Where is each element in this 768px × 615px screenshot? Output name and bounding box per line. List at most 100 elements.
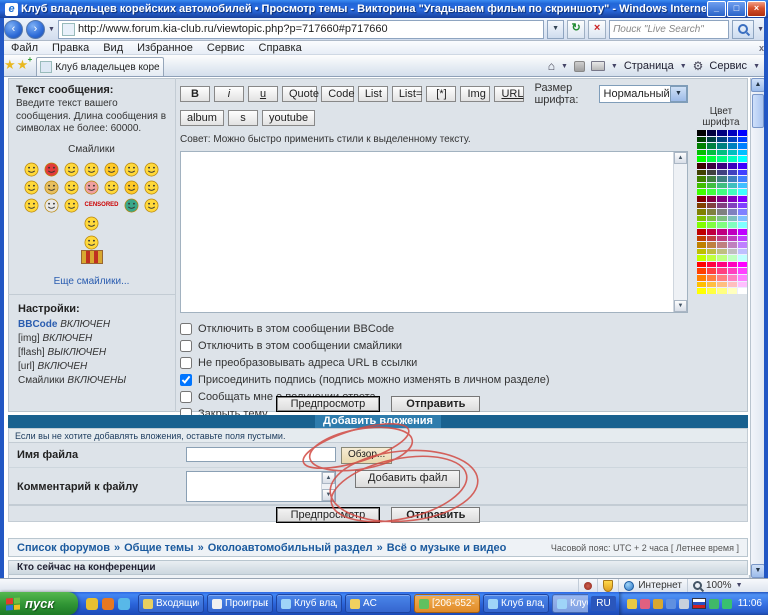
smiley-15[interactable] bbox=[24, 198, 39, 213]
color-swatch-FF80FF[interactable] bbox=[738, 275, 747, 281]
color-swatch-800080[interactable] bbox=[717, 196, 726, 202]
color-swatch-BF00FF[interactable] bbox=[738, 229, 747, 235]
color-swatch-400080[interactable] bbox=[717, 163, 726, 169]
smiley-17[interactable] bbox=[64, 198, 79, 213]
scroll-down-icon[interactable]: ▼ bbox=[674, 300, 687, 312]
color-swatch-008000[interactable] bbox=[697, 143, 706, 149]
color-swatch-404000[interactable] bbox=[697, 170, 706, 176]
scroll-up-icon[interactable]: ▲ bbox=[322, 472, 335, 484]
submit-button[interactable]: Отправить bbox=[391, 396, 480, 412]
printer-icon[interactable] bbox=[591, 61, 605, 71]
color-swatch-00FF80[interactable] bbox=[717, 156, 726, 162]
color-swatch-4080FF[interactable] bbox=[738, 176, 747, 182]
color-swatch-0080FF[interactable] bbox=[738, 143, 747, 149]
color-swatch-40BFFF[interactable] bbox=[738, 183, 747, 189]
tray-mail-icon[interactable] bbox=[627, 599, 637, 609]
menu-item-Правка[interactable]: Правка bbox=[45, 42, 96, 54]
color-swatch-80FFFF[interactable] bbox=[738, 222, 747, 228]
color-swatch-FFBFFF[interactable] bbox=[738, 282, 747, 288]
font-size-select[interactable]: Нормальный ▼ bbox=[599, 85, 688, 103]
color-swatch-008040[interactable] bbox=[707, 143, 716, 149]
color-swatch-FFFFBF[interactable] bbox=[728, 288, 737, 294]
tray-volume-icon[interactable] bbox=[679, 599, 689, 609]
favorites-star-icon[interactable]: ★ bbox=[4, 57, 16, 73]
color-swatch-00FF40[interactable] bbox=[707, 156, 716, 162]
smiley-19[interactable] bbox=[124, 198, 139, 213]
option-row-2[interactable]: Отключить в этом сообщении смайлики bbox=[180, 340, 688, 352]
gift-smiley[interactable] bbox=[16, 235, 167, 267]
color-swatch-BF4000[interactable] bbox=[697, 236, 706, 242]
preview-button-bottom[interactable]: Предпросмотр bbox=[276, 507, 381, 523]
color-swatch-BFFFFF[interactable] bbox=[738, 255, 747, 261]
breadcrumb-link-3[interactable]: Околоавтомобильный раздел bbox=[208, 542, 373, 554]
smiley-13[interactable] bbox=[124, 180, 139, 195]
color-swatch-BF40FF[interactable] bbox=[738, 236, 747, 242]
option-row-3[interactable]: Не преобразовывать адреса URL в ссылки bbox=[180, 357, 688, 369]
refresh-button[interactable]: ↻ bbox=[567, 20, 585, 39]
bbcode-button-*[interactable]: [*] bbox=[426, 86, 456, 102]
color-swatch-804040[interactable] bbox=[707, 203, 716, 209]
option-checkbox-4[interactable] bbox=[180, 374, 192, 386]
start-button[interactable]: пуск bbox=[0, 592, 78, 615]
color-swatch-FFFFFF[interactable] bbox=[738, 288, 747, 294]
taskbar-task-7[interactable]: Клуб владе... bbox=[552, 594, 588, 613]
color-swatch-804000[interactable] bbox=[697, 203, 706, 209]
color-swatch-0080BF[interactable] bbox=[728, 143, 737, 149]
color-swatch-BF8080[interactable] bbox=[717, 242, 726, 248]
menu-item-Вид[interactable]: Вид bbox=[96, 42, 130, 54]
page-menu[interactable]: Страница bbox=[624, 60, 674, 72]
color-swatch-8080FF[interactable] bbox=[738, 209, 747, 215]
bbcode-button-Code[interactable]: Code bbox=[321, 86, 354, 102]
color-swatch-00BFFF[interactable] bbox=[738, 150, 747, 156]
color-swatch-00BFBF[interactable] bbox=[728, 150, 737, 156]
color-swatch-80BF40[interactable] bbox=[707, 216, 716, 222]
quick-launch-firefox-icon[interactable] bbox=[102, 598, 114, 610]
taskbar-task-2[interactable]: Проигрыва... bbox=[207, 594, 273, 613]
color-swatch-FF8080[interactable] bbox=[717, 275, 726, 281]
color-swatch-FFFF00[interactable] bbox=[697, 288, 706, 294]
color-swatch-FFBF00[interactable] bbox=[697, 282, 706, 288]
color-swatch-FF0000[interactable] bbox=[697, 262, 706, 268]
tray-update-icon[interactable] bbox=[666, 599, 676, 609]
bbcode-button-youtube[interactable]: youtube bbox=[262, 110, 315, 126]
tools-dropdown-icon[interactable]: ▼ bbox=[753, 63, 760, 70]
color-swatch-8000FF[interactable] bbox=[738, 196, 747, 202]
color-swatch-FF00BF[interactable] bbox=[728, 262, 737, 268]
scrollbar-up-icon[interactable]: ▲ bbox=[751, 78, 765, 92]
stop-button[interactable]: × bbox=[588, 20, 606, 39]
color-swatch-40BFBF[interactable] bbox=[728, 183, 737, 189]
bbcode-button-Quote[interactable]: Quote bbox=[282, 86, 317, 102]
color-swatch-80FF40[interactable] bbox=[707, 222, 716, 228]
color-swatch-808000[interactable] bbox=[697, 209, 706, 215]
color-swatch-8000BF[interactable] bbox=[728, 196, 737, 202]
print-dropdown-icon[interactable]: ▼ bbox=[611, 63, 618, 70]
color-swatch-FFBF40[interactable] bbox=[707, 282, 716, 288]
color-swatch-BF0080[interactable] bbox=[717, 229, 726, 235]
color-swatch-408080[interactable] bbox=[717, 176, 726, 182]
bbcode-button-List=[interactable]: List= bbox=[392, 86, 423, 102]
breadcrumb-link-1[interactable]: Список форумов bbox=[17, 542, 110, 554]
color-swatch-8080BF[interactable] bbox=[728, 209, 737, 215]
menu-item-Файл[interactable]: Файл bbox=[4, 42, 45, 54]
color-swatch-BF0000[interactable] bbox=[697, 229, 706, 235]
smiley-5[interactable] bbox=[104, 162, 119, 177]
browser-tab[interactable]: Клуб владельцев корейских автомобилей • … bbox=[36, 57, 164, 76]
smiley-10[interactable] bbox=[64, 180, 79, 195]
bbcode-button-List[interactable]: List bbox=[358, 86, 388, 102]
smiley-21[interactable] bbox=[84, 216, 99, 231]
color-swatch-BFBF80[interactable] bbox=[717, 249, 726, 255]
color-swatch-4000BF[interactable] bbox=[728, 163, 737, 169]
menu-item-Справка[interactable]: Справка bbox=[252, 42, 309, 54]
page-dropdown-icon[interactable]: ▼ bbox=[680, 63, 687, 70]
color-swatch-BF4080[interactable] bbox=[717, 236, 726, 242]
smiley-16[interactable] bbox=[44, 198, 59, 213]
color-swatch-0040BF[interactable] bbox=[728, 137, 737, 143]
color-swatch-40FFBF[interactable] bbox=[728, 189, 737, 195]
color-swatch-BFFF80[interactable] bbox=[717, 255, 726, 261]
history-dropdown-icon[interactable]: ▼ bbox=[48, 26, 55, 33]
color-swatch-40BF00[interactable] bbox=[697, 183, 706, 189]
color-swatch-00BF80[interactable] bbox=[717, 150, 726, 156]
color-swatch-80BFBF[interactable] bbox=[728, 216, 737, 222]
color-swatch-80BF00[interactable] bbox=[697, 216, 706, 222]
taskbar-task-1[interactable]: Входящие ... bbox=[138, 594, 204, 613]
